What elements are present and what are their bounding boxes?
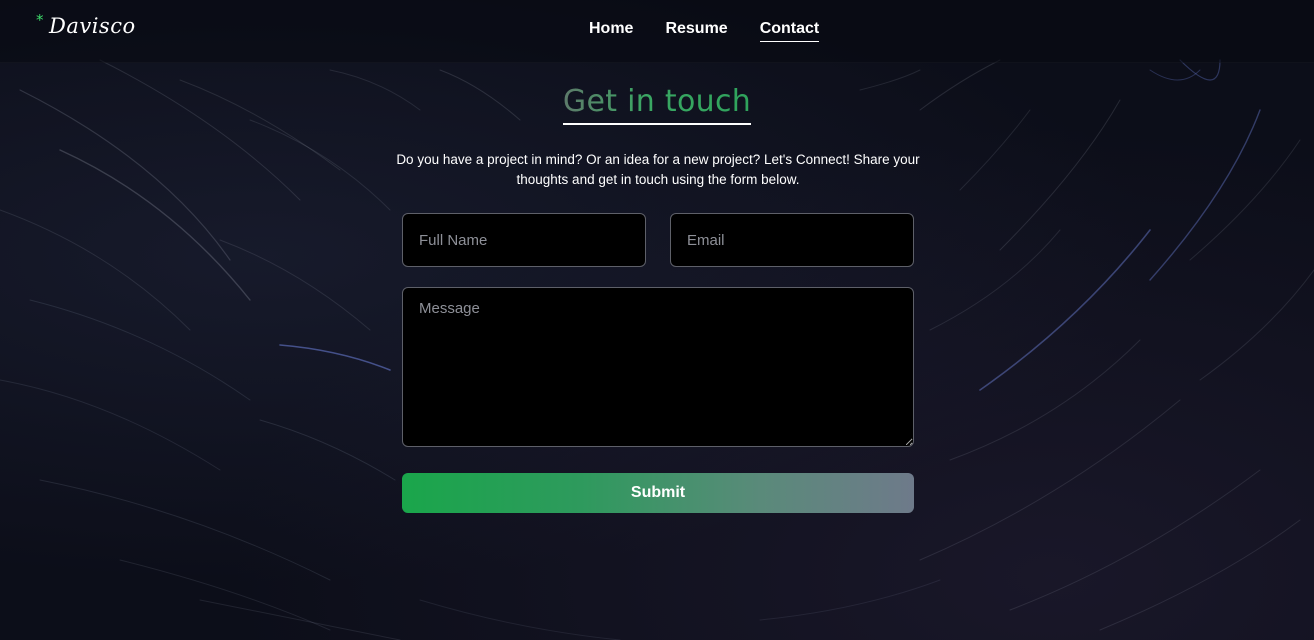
submit-button[interactable]: Submit bbox=[402, 473, 914, 513]
page: * Davisco Home Resume Contact Get in touc… bbox=[0, 0, 1314, 640]
nav-link-home[interactable]: Home bbox=[589, 20, 633, 42]
logo-star-icon: * bbox=[36, 11, 44, 29]
nav-links: Home Resume Contact bbox=[589, 20, 820, 42]
nav-link-resume[interactable]: Resume bbox=[665, 20, 727, 42]
brand-name: Davisco bbox=[49, 14, 136, 38]
nav-link-contact[interactable]: Contact bbox=[759, 20, 820, 42]
contact-intro: Do you have a project in mind? Or an ide… bbox=[396, 152, 920, 187]
page-title: Get in touch bbox=[562, 84, 752, 125]
email-input[interactable] bbox=[670, 213, 914, 267]
heading-container: Get in touch bbox=[0, 84, 1314, 125]
navbar: * Davisco Home Resume Contact bbox=[0, 0, 1314, 63]
message-textarea[interactable] bbox=[402, 287, 914, 447]
full-name-input[interactable] bbox=[402, 213, 646, 267]
brand-logo[interactable]: * Davisco bbox=[36, 11, 136, 38]
